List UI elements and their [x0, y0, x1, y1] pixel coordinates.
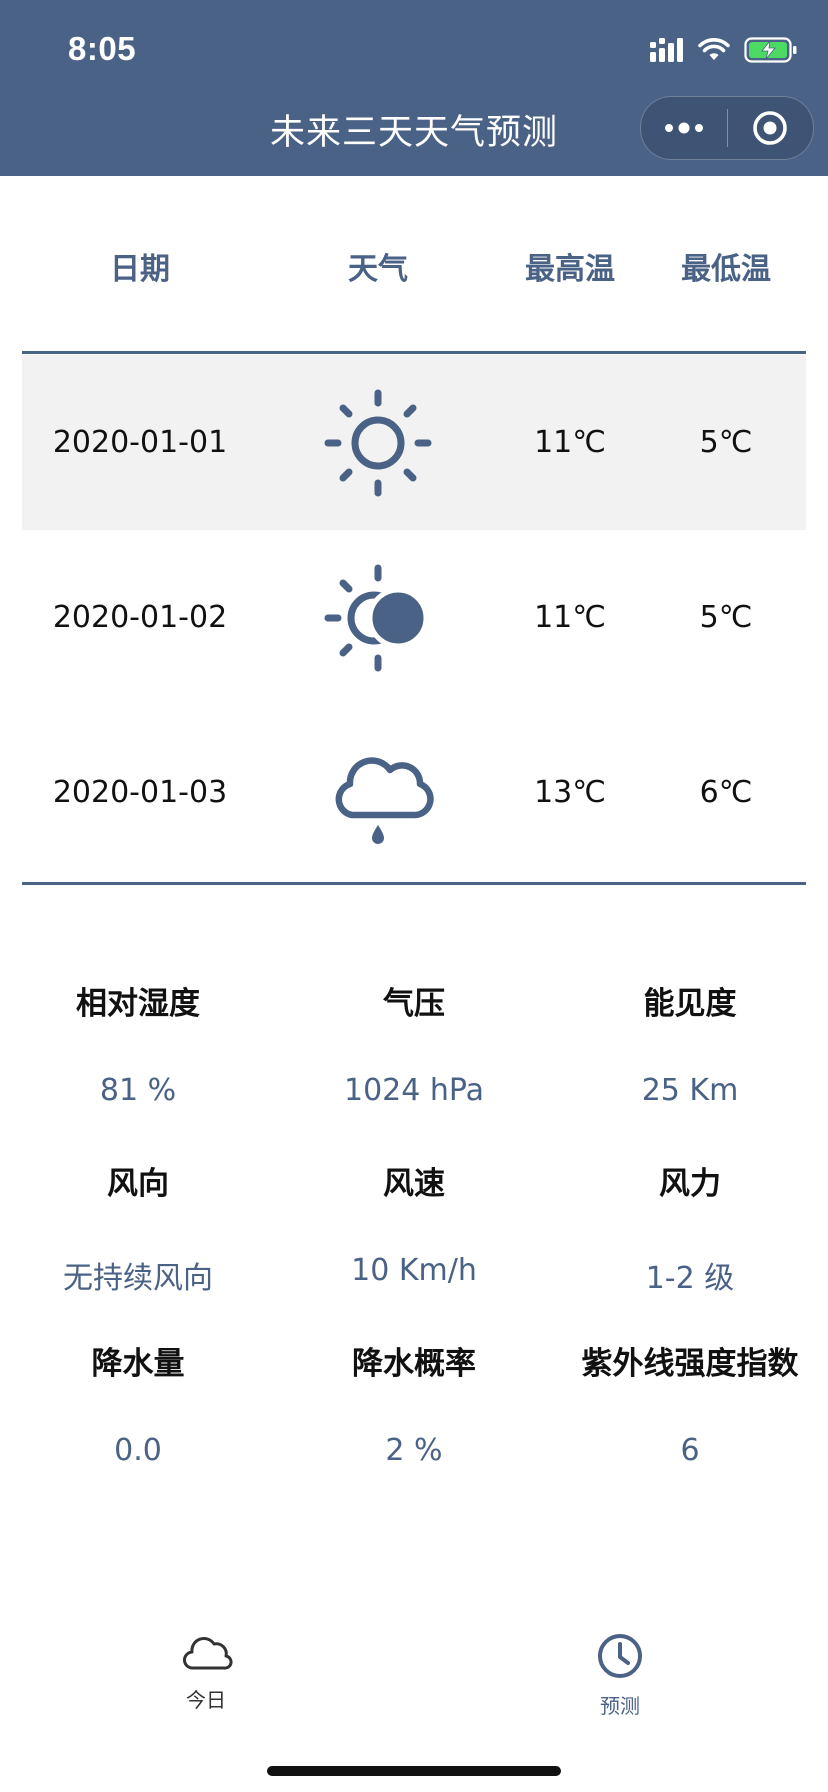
forecast-row[interactable]: 2020-01-03 13℃ 6℃ — [22, 705, 806, 880]
detail-wind-speed: 风速 10 Km/h — [276, 1158, 552, 1288]
detail-value: 6 — [680, 1433, 700, 1468]
forecast-row[interactable]: 2020-01-02 11℃ 5℃ — [22, 530, 806, 705]
header-bar: 8:05 未来三天天气预测 — [0, 0, 828, 176]
detail-label: 相对湿度 — [76, 986, 200, 1022]
tab-label: 今日 — [186, 1688, 226, 1712]
battery-charging-icon — [744, 37, 797, 63]
home-indicator — [267, 1766, 561, 1776]
detail-label: 能见度 — [643, 986, 737, 1022]
table-bottom-rule — [22, 882, 806, 885]
table-top-rule — [22, 351, 806, 354]
header-weather: 天气 — [348, 252, 408, 287]
tab-forecast[interactable]: 预测 — [520, 1632, 720, 1719]
row-date: 2020-01-02 — [52, 600, 228, 635]
clock-icon — [598, 1634, 642, 1678]
target-circle-icon — [753, 111, 788, 145]
detail-value: 1-2 级 — [645, 1261, 735, 1296]
cloud-icon — [183, 1637, 233, 1670]
detail-visibility: 能见度 25 Km — [552, 978, 828, 1108]
detail-precip-probability: 降水概率 2 % — [276, 1338, 552, 1468]
detail-pressure: 气压 1024 hPa — [276, 978, 552, 1108]
detail-wind-direction: 风向 无持续风向 — [0, 1158, 276, 1297]
cellular-signal-icon — [650, 38, 683, 62]
forecast-row[interactable]: 2020-01-01 11℃ 5℃ — [22, 355, 806, 530]
detail-label: 降水量 — [91, 1346, 185, 1382]
detail-label: 紫外线强度指数 — [581, 1346, 799, 1382]
detail-value: 25 Km — [641, 1073, 739, 1108]
status-icons — [650, 36, 798, 64]
detail-humidity: 相对湿度 81 % — [0, 978, 276, 1108]
detail-value: 无持续风向 — [63, 1261, 213, 1296]
more-button[interactable] — [641, 97, 727, 159]
row-low: 6℃ — [699, 775, 753, 810]
header-high: 最高温 — [525, 252, 615, 287]
wifi-icon — [698, 38, 730, 60]
detail-uv-index: 紫外线强度指数 6 — [552, 1338, 828, 1468]
header-low: 最低温 — [681, 252, 771, 287]
status-time: 8:05 — [68, 30, 137, 67]
detail-label: 降水概率 — [352, 1346, 476, 1382]
detail-label: 风向 — [107, 1166, 169, 1202]
tab-today[interactable]: 今日 — [106, 1632, 306, 1713]
detail-precipitation: 降水量 0.0 — [0, 1338, 276, 1468]
row-low: 5℃ — [699, 425, 753, 460]
detail-label: 风力 — [659, 1166, 721, 1202]
row-high: 11℃ — [534, 600, 606, 635]
row-date: 2020-01-03 — [52, 775, 228, 810]
forecast-table-header: 日期 天气 最高温 最低温 — [0, 244, 828, 287]
more-dots-icon — [664, 122, 703, 134]
detail-value: 1024 hPa — [343, 1073, 485, 1108]
row-high: 13℃ — [534, 775, 606, 810]
detail-wind-force: 风力 1-2 级 — [552, 1158, 828, 1297]
row-high: 11℃ — [534, 425, 606, 460]
sun-icon — [268, 355, 488, 530]
partly-sunny-icon — [268, 530, 488, 705]
detail-value: 2 % — [385, 1433, 443, 1468]
row-low: 5℃ — [699, 600, 753, 635]
detail-label: 气压 — [383, 986, 445, 1022]
cloud-rain-icon — [268, 705, 488, 880]
close-button[interactable] — [728, 97, 814, 159]
tab-label: 预测 — [600, 1694, 640, 1718]
detail-value: 10 Km/h — [351, 1253, 477, 1288]
detail-value: 81 % — [99, 1073, 177, 1108]
detail-label: 风速 — [383, 1166, 445, 1202]
row-date: 2020-01-01 — [52, 425, 228, 460]
detail-value: 0.0 — [114, 1433, 162, 1468]
mini-program-capsule — [640, 96, 814, 160]
header-date: 日期 — [110, 252, 170, 287]
